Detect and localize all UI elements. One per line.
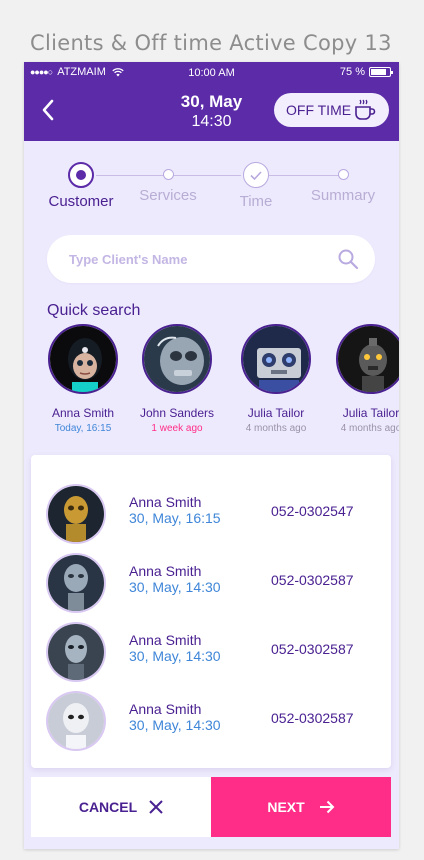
status-bar: ●●●●○ ATZMAIM 10:00 AM 75 % bbox=[24, 62, 399, 82]
client-avatar bbox=[48, 486, 104, 542]
step-active-dot-icon bbox=[68, 162, 94, 188]
next-label: NEXT bbox=[267, 799, 305, 815]
step-label: Time bbox=[239, 193, 273, 210]
cancel-button[interactable]: CANCEL bbox=[31, 777, 211, 837]
client-phone: 052-0302587 bbox=[271, 641, 354, 657]
quick-client-card[interactable]: Julia Tailor 4 months ago bbox=[231, 324, 321, 434]
quick-client-card[interactable]: Anna Smith Today, 16:15 bbox=[38, 324, 128, 434]
next-button[interactable]: NEXT bbox=[211, 777, 391, 837]
quick-client-last-visit: 4 months ago bbox=[245, 423, 307, 434]
quick-client-card[interactable]: Julia Tailor 4 months ago bbox=[326, 324, 399, 434]
client-phone: 052-0302587 bbox=[271, 710, 354, 726]
quick-client-last-visit: Today, 16:15 bbox=[54, 423, 112, 434]
client-search-bar bbox=[47, 235, 375, 283]
off-time-label: OFF TIME bbox=[286, 102, 352, 118]
booking-stepper: Customer Services Time Summary bbox=[24, 157, 399, 217]
client-appointment-date: 30, May, 16:15 bbox=[129, 510, 221, 526]
quick-client-last-visit: 1 week ago bbox=[151, 423, 203, 434]
step-summary[interactable]: Summary bbox=[298, 157, 388, 204]
client-name: Anna Smith bbox=[129, 632, 202, 648]
client-avatar bbox=[48, 324, 118, 394]
quick-client-name: Julia Tailor bbox=[247, 406, 305, 420]
client-avatar bbox=[241, 324, 311, 394]
client-appointment-date: 30, May, 14:30 bbox=[129, 648, 221, 664]
quick-client-name: Anna Smith bbox=[51, 406, 115, 420]
quick-search-carousel: Anna Smith Today, 16:15 John Sanders 1 w… bbox=[24, 324, 399, 444]
step-label: Services bbox=[139, 187, 197, 204]
client-appointment-date: 30, May, 14:30 bbox=[129, 579, 221, 595]
step-pending-dot-icon bbox=[162, 169, 174, 180]
step-pending-dot-icon bbox=[337, 169, 349, 180]
battery-group: 75 % bbox=[339, 66, 393, 78]
client-phone: 052-0302547 bbox=[271, 503, 354, 519]
bottom-actions: CANCEL NEXT bbox=[31, 777, 391, 837]
off-time-button[interactable]: OFF TIME bbox=[274, 93, 389, 127]
client-row[interactable]: Anna Smith 30, May, 16:15 052-0302547 bbox=[31, 483, 391, 543]
client-avatar bbox=[336, 324, 399, 394]
step-label: Summary bbox=[310, 187, 376, 204]
artboard-title: Clients & Off time Active Copy 13 bbox=[30, 31, 392, 55]
client-avatar bbox=[48, 555, 104, 611]
client-avatar bbox=[142, 324, 212, 394]
client-avatar bbox=[48, 693, 104, 749]
step-customer[interactable]: Customer bbox=[36, 157, 126, 210]
cancel-label: CANCEL bbox=[78, 799, 138, 815]
client-phone: 052-0302587 bbox=[271, 572, 354, 588]
step-label: Customer bbox=[48, 193, 114, 210]
step-services[interactable]: Services bbox=[123, 157, 213, 204]
client-row[interactable]: Anna Smith 30, May, 14:30 052-0302587 bbox=[31, 552, 391, 612]
quick-client-name: Julia Tailor bbox=[342, 406, 399, 420]
client-name: Anna Smith bbox=[129, 494, 202, 510]
client-name: Anna Smith bbox=[129, 563, 202, 579]
battery-percent: 75 % bbox=[339, 66, 365, 78]
search-icon[interactable] bbox=[337, 248, 359, 270]
close-icon bbox=[149, 800, 163, 814]
quick-client-name: John Sanders bbox=[139, 406, 215, 420]
client-list: Anna Smith 30, May, 16:15 052-0302547 An… bbox=[31, 455, 391, 768]
quick-client-card[interactable]: John Sanders 1 week ago bbox=[132, 324, 222, 434]
quick-client-last-visit: 4 months ago bbox=[340, 423, 399, 434]
quick-search-title: Quick search bbox=[47, 302, 141, 319]
client-avatar bbox=[48, 624, 104, 680]
client-appointment-date: 30, May, 14:30 bbox=[129, 717, 221, 733]
phone-screen: ●●●●○ ATZMAIM 10:00 AM 75 % 30, May 14:3… bbox=[24, 62, 399, 849]
client-row[interactable]: Anna Smith 30, May, 14:30 052-0302587 bbox=[31, 621, 391, 681]
app-header: 30, May 14:30 OFF TIME bbox=[24, 82, 399, 141]
step-time[interactable]: Time bbox=[211, 157, 301, 210]
coffee-cup-icon bbox=[355, 99, 376, 120]
client-row[interactable]: Anna Smith 30, May, 14:30 052-0302587 bbox=[31, 690, 391, 750]
client-search-input[interactable] bbox=[69, 251, 309, 267]
battery-icon bbox=[369, 67, 393, 77]
step-done-check-icon bbox=[243, 162, 269, 188]
client-name: Anna Smith bbox=[129, 701, 202, 717]
arrow-right-icon bbox=[319, 800, 335, 814]
